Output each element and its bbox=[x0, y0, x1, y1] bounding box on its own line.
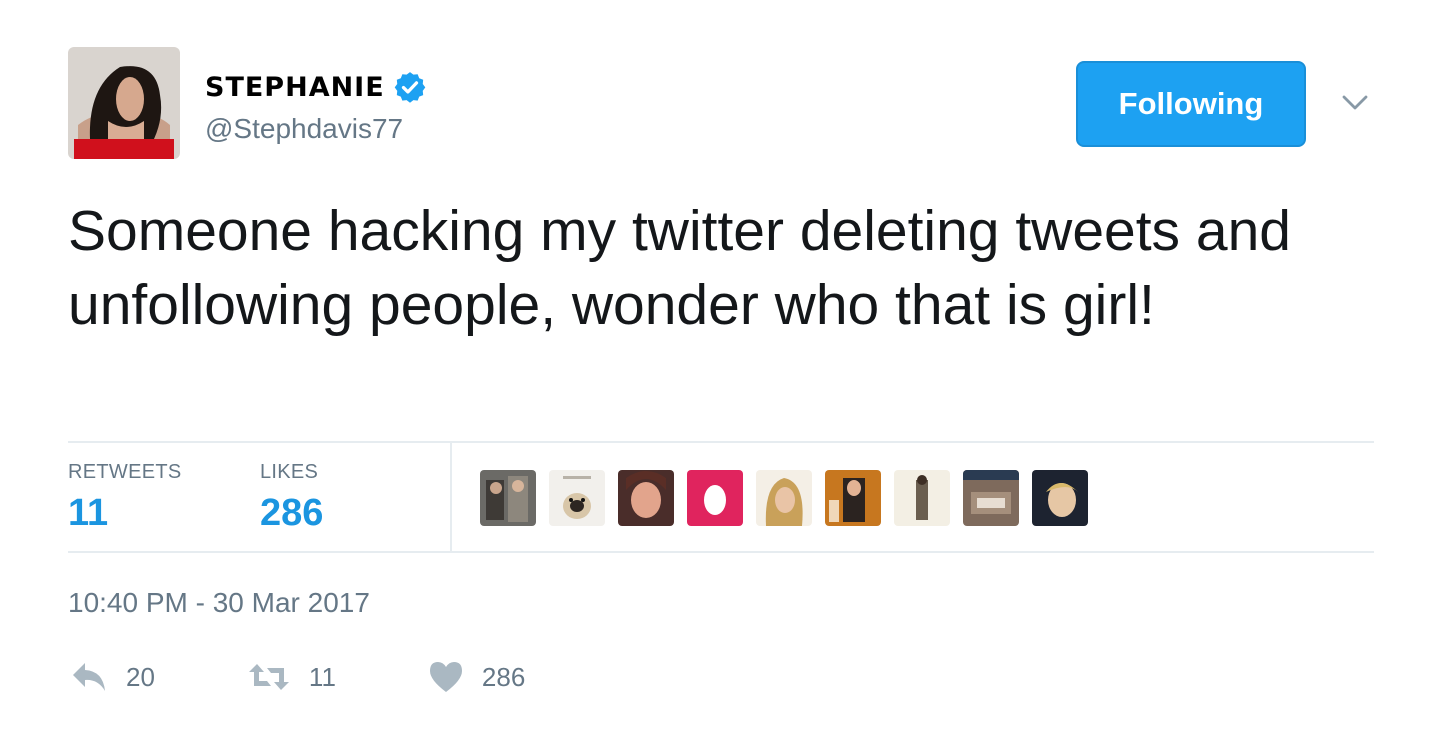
like-count: 286 bbox=[481, 661, 526, 692]
retweets-stat[interactable]: RETWEETS 11 bbox=[68, 461, 182, 535]
display-name-row[interactable]: STEPHANIE bbox=[205, 67, 427, 107]
likers-list bbox=[480, 470, 1088, 526]
tweet-timestamp[interactable]: 10:40 PM - 30 Mar 2017 bbox=[68, 587, 370, 619]
likes-stat[interactable]: LIKES 286 bbox=[260, 461, 323, 535]
liker-avatar-6[interactable] bbox=[825, 470, 881, 526]
divider-bottom bbox=[68, 551, 1374, 553]
verified-badge-icon bbox=[393, 70, 427, 104]
tweet-actions: 20 11 286 bbox=[70, 660, 525, 694]
tweet-text: Someone hacking my twitter deleting twee… bbox=[68, 199, 1291, 337]
retweet-button[interactable]: 11 bbox=[247, 660, 336, 694]
like-button[interactable]: 286 bbox=[428, 660, 525, 694]
likes-label: LIKES bbox=[260, 461, 319, 483]
retweet-icon bbox=[247, 660, 291, 694]
tweet-header: STEPHANIE @Stephdavis77 Following bbox=[68, 47, 1380, 159]
tweet-stats: RETWEETS 11 LIKES 286 bbox=[68, 443, 1374, 551]
heart-icon bbox=[428, 660, 464, 694]
reply-button[interactable]: 20 bbox=[70, 660, 155, 694]
liker-avatar-4[interactable] bbox=[687, 470, 743, 526]
liker-avatar-7[interactable] bbox=[894, 470, 950, 526]
reply-icon bbox=[70, 660, 108, 694]
profile-avatar[interactable] bbox=[68, 47, 180, 159]
reply-count: 20 bbox=[126, 661, 155, 692]
liker-avatar-1[interactable] bbox=[480, 470, 536, 526]
liker-avatar-8[interactable] bbox=[963, 470, 1019, 526]
liker-avatar-2[interactable] bbox=[549, 470, 605, 526]
retweets-label: RETWEETS bbox=[68, 461, 182, 483]
stats-separator bbox=[450, 443, 452, 551]
liker-avatar-3[interactable] bbox=[618, 470, 674, 526]
user-info: STEPHANIE @Stephdavis77 bbox=[205, 67, 427, 145]
retweet-count: 11 bbox=[308, 661, 336, 692]
liker-avatar-9[interactable] bbox=[1032, 470, 1088, 526]
chevron-down-icon[interactable] bbox=[1340, 87, 1370, 117]
retweets-count: 11 bbox=[68, 492, 109, 534]
display-name[interactable]: STEPHANIE bbox=[205, 72, 385, 103]
user-handle[interactable]: @Stephdavis77 bbox=[205, 113, 427, 145]
following-button[interactable]: Following bbox=[1076, 61, 1306, 147]
liker-avatar-5[interactable] bbox=[756, 470, 812, 526]
likes-count: 286 bbox=[260, 492, 324, 534]
